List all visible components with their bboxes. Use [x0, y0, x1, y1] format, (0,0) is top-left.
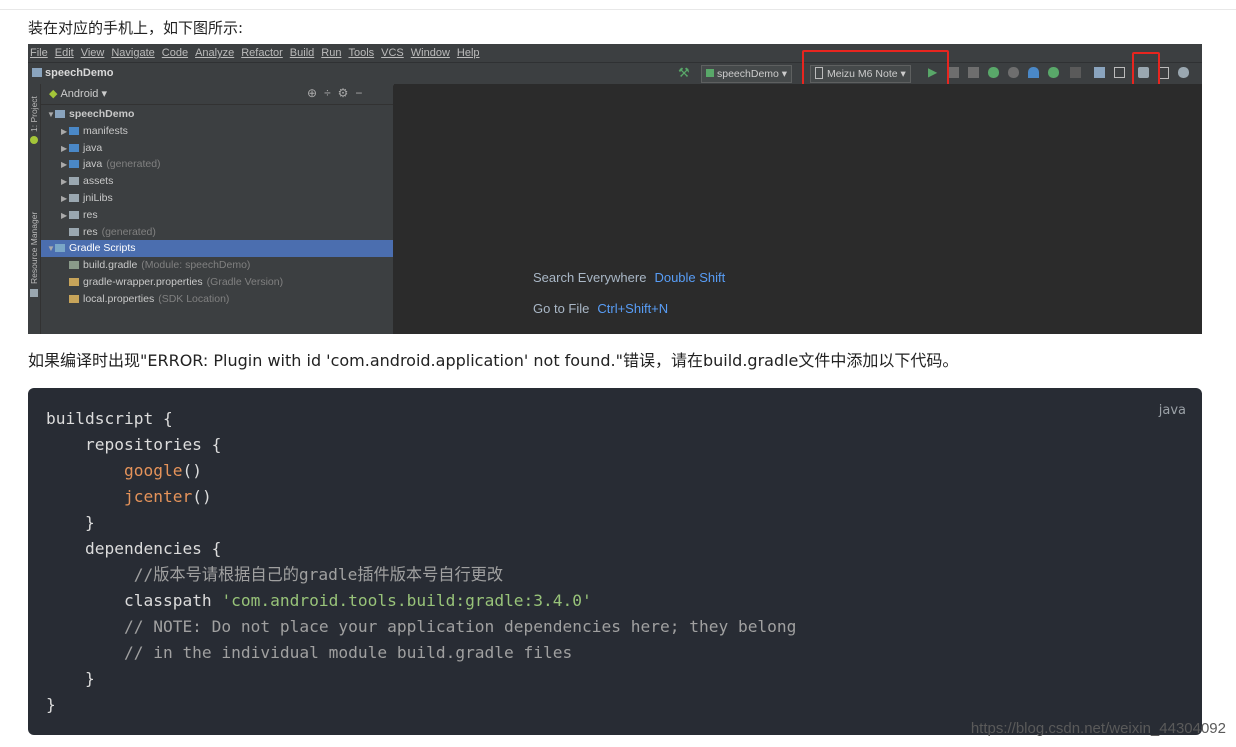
code-parens: (): [182, 461, 202, 480]
folder-icon: [69, 278, 79, 286]
code-string: 'com.android.tools.build:gradle:3.4.0': [221, 591, 592, 610]
hint-search-key: Double Shift: [654, 270, 726, 285]
tree-item[interactable]: ▼ Gradle Scripts: [41, 240, 393, 258]
hint-goto-key: Ctrl+Shift+N: [597, 301, 669, 316]
folder-icon: [55, 110, 65, 118]
expand-down-icon[interactable]: ▼: [47, 240, 55, 257]
locate-icon[interactable]: ⊕: [307, 86, 324, 100]
tree-item[interactable]: ▶ jniLibs: [41, 190, 393, 207]
ide-side-tool-strip: 1: Project Resource Manager ariants: [28, 84, 41, 334]
folder-icon: [69, 294, 79, 303]
expand-right-icon[interactable]: ▶: [61, 173, 69, 190]
code-line: buildscript {: [46, 409, 173, 428]
tree-item[interactable]: gradle-wrapper.properties (Gradle Version…: [41, 274, 393, 291]
tree-item-label: gradle-wrapper.properties: [83, 276, 203, 288]
collapse-icon[interactable]: ÷: [324, 86, 338, 100]
code-block: java buildscript { repositories { google…: [28, 388, 1202, 735]
code-parens: (): [192, 487, 212, 506]
expand-down-icon[interactable]: ▼: [47, 106, 55, 123]
code-language-label: java: [1158, 403, 1186, 418]
expand-right-icon[interactable]: ▶: [61, 140, 69, 157]
code-line: repositories {: [46, 435, 222, 454]
expand-right-icon[interactable]: ▶: [61, 207, 69, 224]
editor-area[interactable]: Search Everywhere Double Shift Go to File…: [394, 84, 1202, 334]
tree-item-label: assets: [83, 175, 114, 188]
android-robot-icon: [30, 136, 38, 144]
code-line: }: [46, 669, 95, 688]
tree-item-label: manifests: [83, 124, 128, 137]
code-line: }: [46, 513, 95, 532]
tree-item-note: (generated): [101, 225, 156, 238]
tree-item-label: jniLibs: [83, 192, 113, 204]
panel-tools: ⊕÷⚙−: [307, 86, 369, 100]
code-keyword: classpath: [123, 591, 222, 610]
folder-icon: [69, 194, 79, 202]
folder-icon: [69, 227, 79, 236]
folder-icon: [69, 160, 79, 169]
tree-item-label: java: [83, 158, 103, 171]
intro-text: 装在对应的手机上，如下图所示:: [28, 19, 244, 37]
folder-icon: [69, 126, 79, 135]
tree-item[interactable]: ▶ java (generated): [41, 156, 393, 173]
watermark: https://blog.csdn.net/weixin_44304092: [970, 720, 1226, 737]
code-lines: buildscript { repositories { google() jc…: [46, 406, 796, 718]
tree-item[interactable]: ▶ java: [41, 140, 393, 157]
hint-search-label: Search Everywhere: [533, 270, 647, 285]
panel-gear-icon[interactable]: ⚙: [338, 86, 356, 100]
expand-right-icon[interactable]: ▶: [61, 190, 69, 207]
tree-item-note: (Module: speechDemo): [141, 259, 251, 272]
tree-item[interactable]: local.properties (SDK Location): [41, 291, 393, 308]
tree-item[interactable]: ▼ speechDemo: [41, 106, 393, 123]
tree-item-label: speechDemo: [69, 108, 135, 120]
folder-icon: [55, 244, 65, 253]
folder-icon: [69, 143, 79, 152]
android-icon: ◆: [49, 88, 58, 100]
folder-icon: [69, 210, 79, 219]
code-line: }: [46, 695, 56, 714]
page-top-border: [0, 0, 1236, 10]
hint-go-to-file: Go to File Ctrl+Shift+N: [533, 301, 668, 316]
tree-item-label: res: [83, 225, 98, 238]
side-tab-project[interactable]: 1: Project: [29, 96, 39, 132]
code-function: google: [123, 461, 183, 480]
tree-item-note: (Gradle Version): [206, 276, 284, 288]
hide-panel-icon[interactable]: −: [355, 86, 369, 100]
project-view-label: Android: [60, 88, 99, 100]
hint-search-everywhere: Search Everywhere Double Shift: [533, 270, 725, 285]
tree-item-label: local.properties: [83, 292, 155, 305]
tree-item[interactable]: ▶ manifests: [41, 123, 393, 140]
project-panel: ◆ Android ▾ ⊕÷⚙− ▼ speechDemo ▶ manifests ▶ ja…: [41, 84, 393, 334]
ide-screenshot: File Edit View Navigate Code Analyze Refactor B…: [28, 44, 1202, 334]
tree-item-label: Gradle Scripts: [69, 242, 136, 255]
code-comment: // in the individual module build.gradle…: [46, 643, 573, 662]
tree-item[interactable]: build.gradle (Module: speechDemo): [41, 257, 393, 274]
code-comment: //版本号请根据自己的gradle插件版本号自行更改: [46, 565, 504, 584]
resource-icon: [30, 289, 38, 297]
tree-item[interactable]: res (generated): [41, 224, 393, 241]
tree-item[interactable]: ▶ res: [41, 207, 393, 224]
expand-right-icon[interactable]: ▶: [61, 123, 69, 140]
hint-goto-label: Go to File: [533, 301, 590, 316]
tree-item-note: (SDK Location): [158, 292, 230, 305]
tree-item-label: res: [83, 208, 98, 221]
code-function: jcenter: [123, 487, 193, 506]
code-comment: // NOTE: Do not place your application d…: [46, 617, 797, 636]
error-instruction-text: 如果编译时出现"ERROR: Plugin with id 'com.andro…: [28, 351, 959, 370]
tree-item[interactable]: ▶ assets: [41, 173, 393, 190]
project-view-dropdown[interactable]: ◆ Android ▾: [49, 87, 107, 100]
tree-item-label: java: [83, 141, 103, 154]
project-panel-header: ◆ Android ▾ ⊕÷⚙−: [41, 84, 393, 105]
folder-icon: [69, 261, 79, 270]
side-tab-resource-manager[interactable]: Resource Manager: [29, 212, 39, 284]
tree-item-note: (generated): [106, 158, 161, 171]
code-line: dependencies {: [46, 539, 222, 558]
expand-right-icon[interactable]: ▶: [61, 156, 69, 173]
tree-item-label: build.gradle: [83, 259, 138, 272]
folder-icon: [69, 177, 79, 186]
